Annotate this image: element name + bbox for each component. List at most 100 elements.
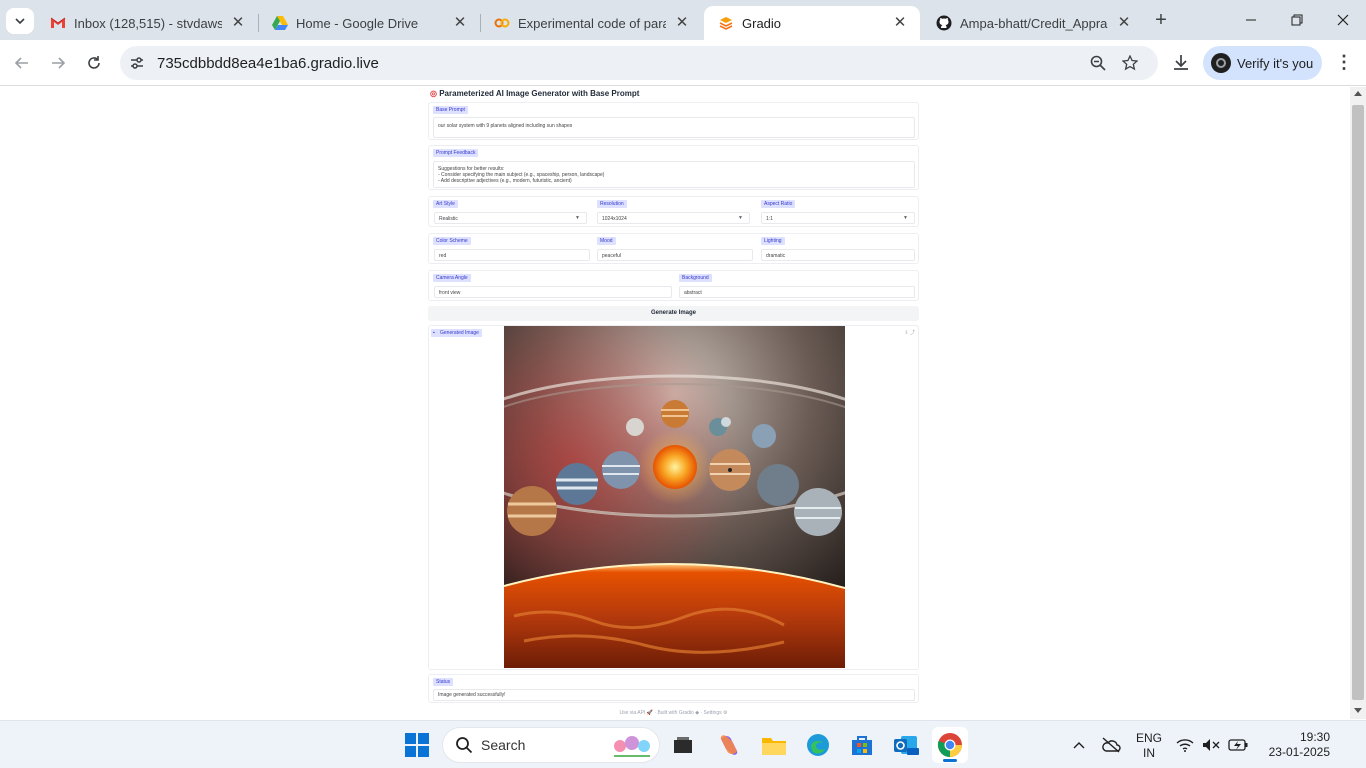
speaker-muted-icon (1203, 739, 1220, 751)
edge-button[interactable] (800, 727, 836, 763)
show-hidden-icons-button[interactable] (1068, 727, 1090, 763)
camera-row: Camera Angle front view Background abstr… (428, 270, 919, 301)
forward-button[interactable] (46, 51, 70, 75)
menu-button[interactable]: ⋮ (1334, 51, 1354, 73)
taskbar-search-box[interactable]: Search (442, 727, 660, 763)
lighting-input[interactable]: dramatic (761, 249, 915, 261)
reload-button[interactable] (82, 51, 106, 75)
generate-image-button[interactable]: Generate Image (428, 306, 919, 321)
base-prompt-label: Base Prompt (433, 106, 468, 114)
prompt-feedback-label: Prompt Feedback (433, 149, 479, 157)
close-icon[interactable]: ✕ (890, 13, 910, 33)
prompt-feedback-text[interactable]: Suggestions for better results: - Consid… (433, 161, 915, 188)
arrow-right-icon (52, 57, 66, 69)
task-view-button[interactable] (665, 727, 701, 763)
minimize-button[interactable] (1236, 8, 1266, 32)
background-input[interactable]: abstract (679, 286, 915, 298)
generated-image-block: ▪ Generated Image ⇩ ⤴ (428, 325, 919, 670)
rocket-icon: 🚀 (646, 710, 653, 716)
art-style-dropdown[interactable]: Realistic ▼ (434, 212, 587, 224)
scroll-up-arrow-icon[interactable] (1354, 91, 1362, 96)
copilot-icon (720, 735, 738, 755)
base-prompt-block: Base Prompt our solar system with 9 plan… (428, 102, 919, 140)
copilot-button[interactable] (711, 727, 747, 763)
chrome-button[interactable] (932, 727, 968, 763)
camera-angle-label: Camera Angle (433, 274, 471, 282)
scroll-down-arrow-icon[interactable] (1354, 708, 1362, 713)
aspect-ratio-label: Aspect Ratio (761, 200, 796, 208)
use-via-api-link[interactable]: Use via API (620, 710, 646, 716)
site-info-icon[interactable] (128, 54, 146, 72)
file-explorer-button[interactable] (756, 727, 792, 763)
url-text[interactable]: 735cdbbdd8ea4e1ba6.gradio.live (157, 55, 379, 72)
start-button[interactable] (399, 727, 435, 763)
tab-gradio[interactable]: Gradio ✕ (704, 6, 920, 40)
close-icon[interactable]: ✕ (672, 13, 692, 33)
new-tab-button[interactable]: + (1150, 8, 1172, 32)
downloads-button[interactable] (1170, 51, 1192, 73)
clock-date: 23-01-2025 (1268, 745, 1330, 759)
style-row: Art Style Realistic ▼ Resolution 1024x102… (428, 196, 919, 227)
image-action-buttons: ⇩ ⤴ (904, 329, 915, 336)
system-tray-group[interactable] (1176, 734, 1248, 756)
tab-google-drive[interactable]: Home - Google Drive ✕ (258, 6, 480, 40)
colab-icon (494, 18, 510, 28)
background-label: Background (679, 274, 712, 282)
close-icon[interactable]: ✕ (1114, 13, 1134, 33)
app-title-row: ◎ Parameterized AI Image Generator with … (430, 89, 639, 98)
language-indicator[interactable]: ENG IN (1134, 731, 1164, 761)
image-label: Generated Image (440, 330, 479, 336)
prompt-feedback-block: Prompt Feedback Suggestions for better r… (428, 145, 919, 190)
gradio-icon (719, 17, 733, 30)
close-icon[interactable]: ✕ (450, 13, 470, 33)
mood-input[interactable]: peaceful (597, 249, 753, 261)
browser-toolbar: 735cdbbdd8ea4e1ba6.gradio.live Verify it… (0, 40, 1366, 86)
more-vertical-icon: ⋮ (1335, 51, 1353, 72)
tab-search-button[interactable] (6, 8, 34, 34)
settings-link[interactable]: Settings (704, 710, 722, 716)
color-scheme-input[interactable]: red (434, 249, 590, 261)
tab-colab[interactable]: Experimental code of param ✕ (480, 6, 702, 40)
base-prompt-input[interactable]: our solar system with 9 planets aligned … (433, 117, 915, 138)
back-button[interactable] (10, 51, 34, 75)
windows-logo-icon (405, 733, 429, 757)
clock[interactable]: 19:30 23-01-2025 (1256, 730, 1330, 760)
chevron-up-icon (1073, 742, 1085, 749)
tab-github[interactable]: Ampa-bhatt/Credit_Apprais ✕ (922, 6, 1144, 40)
search-highlight-flowers-icon (614, 736, 650, 757)
scrollbar-thumb[interactable] (1352, 105, 1364, 700)
store-button[interactable] (844, 727, 880, 763)
onedrive-button[interactable] (1100, 727, 1122, 763)
share-icon[interactable]: ⤴ (910, 330, 915, 336)
camera-angle-input[interactable]: front view (434, 286, 672, 298)
image-label-badge: ▪ Generated Image (431, 329, 482, 337)
generated-solar-system-image (504, 326, 845, 668)
download-icon (1174, 55, 1188, 70)
aspect-ratio-dropdown[interactable]: 1:1 ▼ (761, 212, 915, 224)
tab-gmail[interactable]: Inbox (128,515) - stvdawson ✕ (36, 6, 258, 40)
tab-title: Home - Google Drive (296, 15, 419, 31)
close-window-button[interactable] (1328, 8, 1358, 32)
resolution-dropdown[interactable]: 1024x1024 ▼ (597, 212, 750, 224)
store-icon (852, 736, 872, 755)
color-scheme-label: Color Scheme (433, 237, 471, 245)
mood-label: Mood (597, 237, 616, 245)
tab-strip: Inbox (128,515) - stvdawson ✕ Home - Goo… (0, 0, 1366, 40)
tune-icon (131, 57, 143, 69)
restore-button[interactable] (1282, 8, 1312, 32)
bookmark-button[interactable] (1120, 53, 1140, 73)
page-scrollbar[interactable] (1350, 87, 1366, 719)
verify-identity-button[interactable]: Verify it's you (1203, 46, 1322, 80)
close-icon[interactable]: ✕ (228, 13, 248, 33)
gradio-footer: Use via API 🚀 · Built with Gradio ◆ · Se… (619, 710, 728, 716)
outlook-button[interactable] (888, 727, 924, 763)
download-icon[interactable]: ⇩ (904, 330, 908, 336)
built-with-gradio-link[interactable]: Built with Gradio (657, 710, 693, 716)
address-bar[interactable]: 735cdbbdd8ea4e1ba6.gradio.live (120, 46, 1158, 80)
zoom-out-icon (1090, 55, 1106, 71)
language-code: ENG (1135, 731, 1162, 745)
reload-icon (88, 56, 100, 69)
gear-icon: ⚙ (723, 710, 728, 716)
zoom-button[interactable] (1088, 53, 1108, 73)
status-text[interactable]: Image generated successfully! (433, 689, 915, 701)
